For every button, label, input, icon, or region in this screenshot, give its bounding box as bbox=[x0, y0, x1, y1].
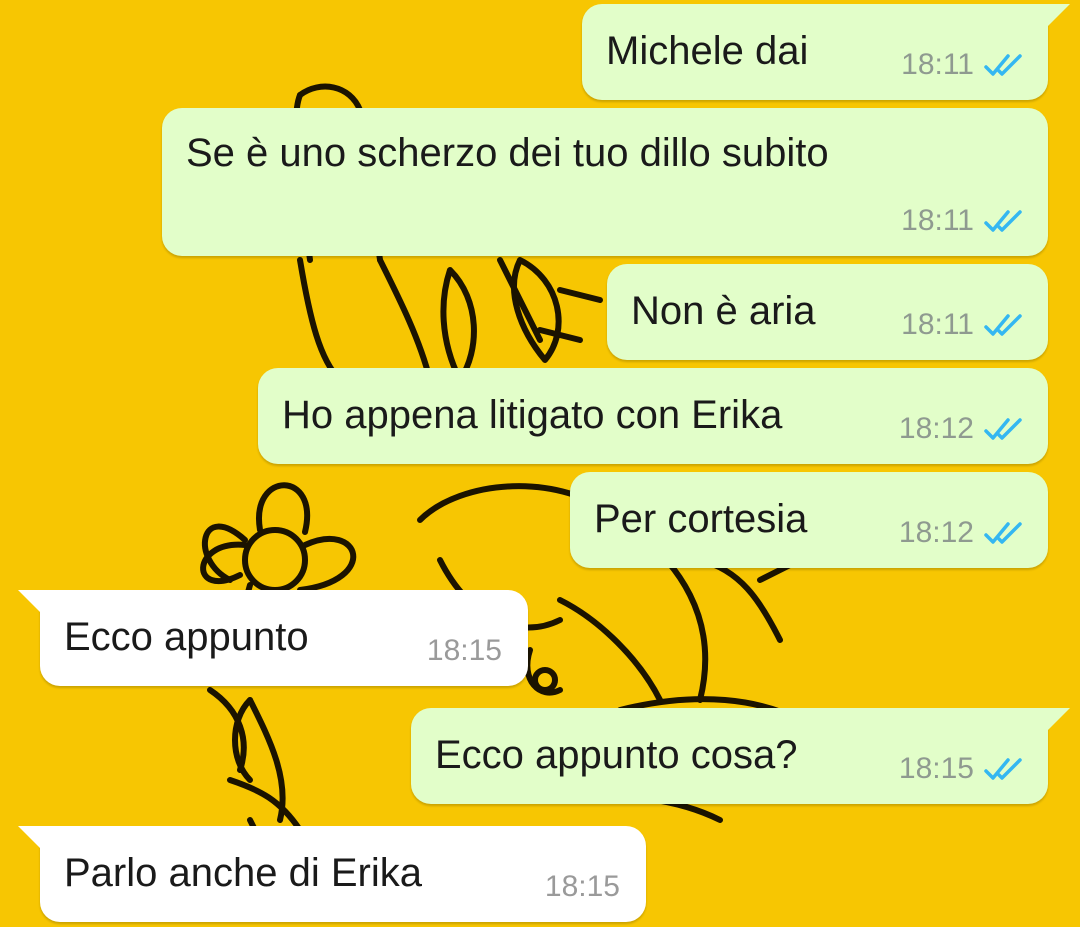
incoming-message[interactable]: Parlo anche di Erika 18:15 bbox=[18, 826, 646, 922]
incoming-message[interactable]: Ecco appunto 18:15 bbox=[18, 590, 528, 686]
message-meta: 18:12 bbox=[899, 516, 1026, 550]
message-meta: 18:11 bbox=[901, 204, 1026, 238]
message-text: Ho appena litigato con Erika bbox=[282, 393, 783, 437]
message-time: 18:12 bbox=[898, 412, 974, 445]
message-text: Ecco appunto bbox=[64, 615, 309, 659]
message-time: 18:11 bbox=[901, 204, 974, 237]
double-check-read-icon bbox=[984, 418, 1022, 440]
outgoing-message[interactable]: Non è aria 18:11 bbox=[607, 264, 1048, 360]
double-check-read-icon bbox=[984, 314, 1022, 336]
message-text: Se è uno scherzo dei tuo dillo subito bbox=[186, 131, 829, 175]
message-meta: 18:11 bbox=[901, 308, 1026, 342]
message-time: 18:11 bbox=[901, 48, 974, 81]
message-meta: 18:15 bbox=[899, 752, 1026, 786]
message-text: Michele dai bbox=[606, 29, 809, 73]
message-time: 18:11 bbox=[901, 308, 974, 341]
double-check-read-icon bbox=[984, 522, 1022, 544]
outgoing-message[interactable]: Michele dai 18:11 bbox=[582, 4, 1070, 100]
double-check-read-icon bbox=[984, 54, 1022, 76]
outgoing-message[interactable]: Per cortesia 18:12 bbox=[570, 472, 1048, 568]
message-text: Parlo anche di Erika bbox=[64, 851, 422, 895]
double-check-read-icon bbox=[984, 758, 1022, 780]
outgoing-message[interactable]: Se è uno scherzo dei tuo dillo subito 18… bbox=[162, 108, 1048, 256]
message-time: 18:15 bbox=[544, 870, 620, 903]
message-meta: 18:12 bbox=[899, 412, 1026, 446]
message-meta: 18:15 bbox=[427, 634, 502, 668]
message-text: Non è aria bbox=[631, 289, 816, 333]
message-meta: 18:11 bbox=[901, 48, 1026, 82]
message-meta: 18:15 bbox=[545, 870, 620, 904]
outgoing-message[interactable]: Ho appena litigato con Erika 18:12 bbox=[258, 368, 1048, 464]
message-time: 18:15 bbox=[898, 752, 974, 785]
message-time: 18:12 bbox=[898, 516, 974, 549]
message-text: Ecco appunto cosa? bbox=[435, 733, 798, 777]
message-text: Per cortesia bbox=[594, 497, 808, 541]
message-time: 18:15 bbox=[426, 634, 502, 667]
outgoing-message[interactable]: Ecco appunto cosa? 18:15 bbox=[411, 708, 1070, 804]
double-check-read-icon bbox=[984, 210, 1022, 232]
